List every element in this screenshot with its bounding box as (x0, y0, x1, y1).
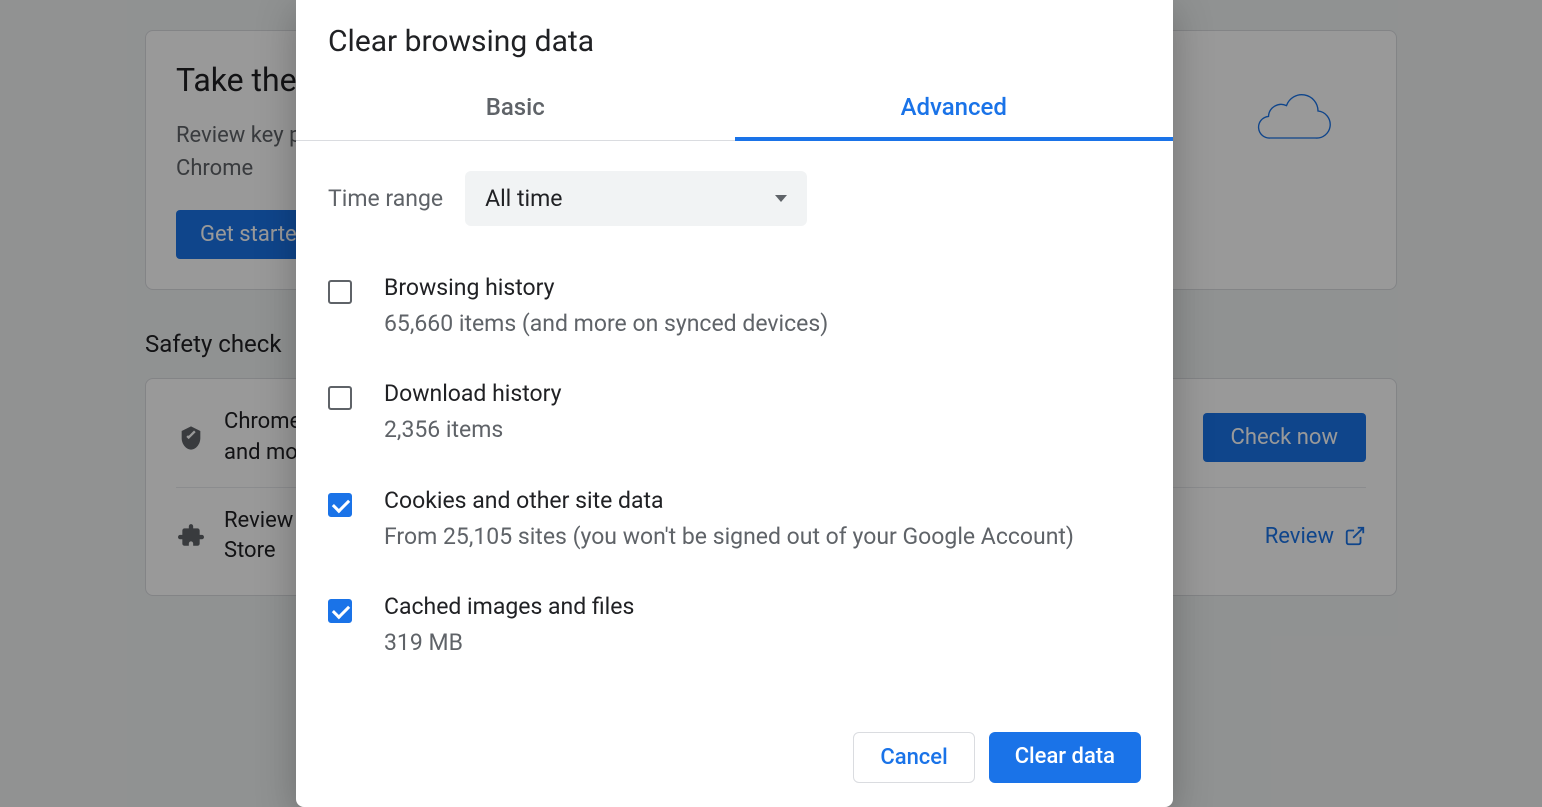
time-range-value: All time (485, 185, 562, 212)
time-range-select[interactable]: All time (465, 171, 807, 226)
option-title: Browsing history (384, 274, 1141, 301)
option-subtitle: 65,660 items (and more on synced devices… (384, 307, 1141, 340)
checkbox-cached[interactable] (328, 599, 352, 623)
clear-data-button[interactable]: Clear data (989, 732, 1141, 783)
option-subtitle: 319 MB (384, 626, 1141, 659)
checkbox-browsing-history[interactable] (328, 280, 352, 304)
time-range-row: Time range All time (328, 171, 1141, 226)
option-cookies: Cookies and other site data From 25,105 … (328, 473, 1141, 579)
time-range-label: Time range (328, 185, 443, 212)
option-cached: Cached images and files 319 MB (328, 579, 1141, 685)
checkbox-download-history[interactable] (328, 386, 352, 410)
option-subtitle: 2,356 items (384, 413, 1141, 446)
cancel-button[interactable]: Cancel (853, 732, 974, 783)
chevron-down-icon (775, 195, 787, 202)
dialog-title: Clear browsing data (296, 0, 1173, 79)
option-subtitle: From 25,105 sites (you won't be signed o… (384, 520, 1141, 553)
dialog-footer: Cancel Clear data (296, 712, 1173, 807)
option-title: Download history (384, 380, 1141, 407)
option-browsing-history: Browsing history 65,660 items (and more … (328, 260, 1141, 366)
tab-advanced[interactable]: Advanced (735, 79, 1174, 141)
dialog-tabs: Basic Advanced (296, 79, 1173, 141)
checkbox-cookies[interactable] (328, 493, 352, 517)
option-title: Cached images and files (384, 593, 1141, 620)
option-download-history: Download history 2,356 items (328, 366, 1141, 472)
clear-browsing-data-dialog: Clear browsing data Basic Advanced Time … (296, 0, 1173, 807)
tab-basic[interactable]: Basic (296, 79, 735, 140)
option-title: Cookies and other site data (384, 487, 1141, 514)
dialog-body[interactable]: Time range All time Browsing history 65,… (296, 141, 1173, 712)
